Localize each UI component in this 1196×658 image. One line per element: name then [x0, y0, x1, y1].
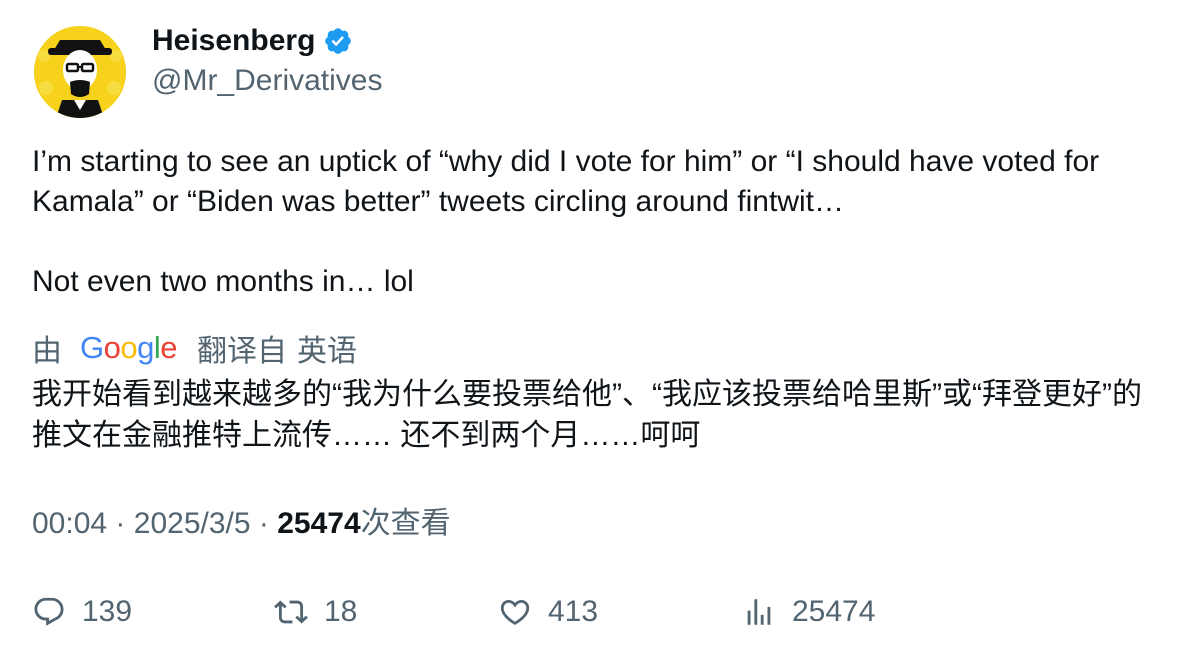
views-button[interactable]: 25474 — [742, 590, 875, 634]
tweet-date[interactable]: 2025/3/5 — [134, 507, 251, 540]
verified-badge-icon[interactable] — [323, 26, 353, 56]
action-bar: 139 18 413 25474 — [0, 590, 1196, 634]
translation-from-label: 翻译自 — [197, 335, 288, 368]
meta-separator: · — [258, 507, 269, 540]
translation-language: 英语 — [297, 335, 358, 368]
like-count: 413 — [548, 595, 599, 628]
author-handle[interactable]: @Mr_Derivatives — [152, 62, 383, 100]
analytics-icon — [747, 599, 771, 625]
author-name-row: Heisenberg — [152, 22, 353, 60]
retweet-count: 18 — [324, 595, 358, 628]
like-button[interactable]: 413 — [498, 590, 598, 634]
views-count: 25474 — [277, 507, 361, 540]
meta-separator: · — [115, 507, 126, 540]
tweet-text: I’m starting to see an uptick of “why di… — [32, 145, 1100, 298]
avatar[interactable] — [34, 26, 126, 118]
tweet-meta: 00:04 · 2025/3/5 · 25474次查看 — [32, 504, 451, 544]
retweet-icon — [274, 600, 308, 624]
translation-by-label: 由 — [32, 335, 62, 368]
translation-attribution: 由 Google 翻译自 英语 — [32, 326, 357, 370]
views-label: 次查看 — [360, 507, 451, 540]
translated-text: 我开始看到越来越多的“我为什么要投票给他”、“我应该投票给哈里斯”或“拜登更好”… — [32, 378, 1142, 452]
heart-icon — [500, 599, 530, 625]
retweet-button[interactable]: 18 — [274, 590, 357, 634]
reply-count: 139 — [82, 595, 133, 628]
google-logo: Google — [80, 330, 178, 365]
reply-icon — [34, 597, 64, 626]
tweet-time[interactable]: 00:04 — [32, 507, 107, 540]
reply-button[interactable]: 139 — [32, 590, 132, 634]
views-action-count: 25474 — [792, 595, 876, 628]
author-display-name[interactable]: Heisenberg — [152, 22, 315, 60]
heisenberg-avatar-icon — [34, 26, 126, 118]
